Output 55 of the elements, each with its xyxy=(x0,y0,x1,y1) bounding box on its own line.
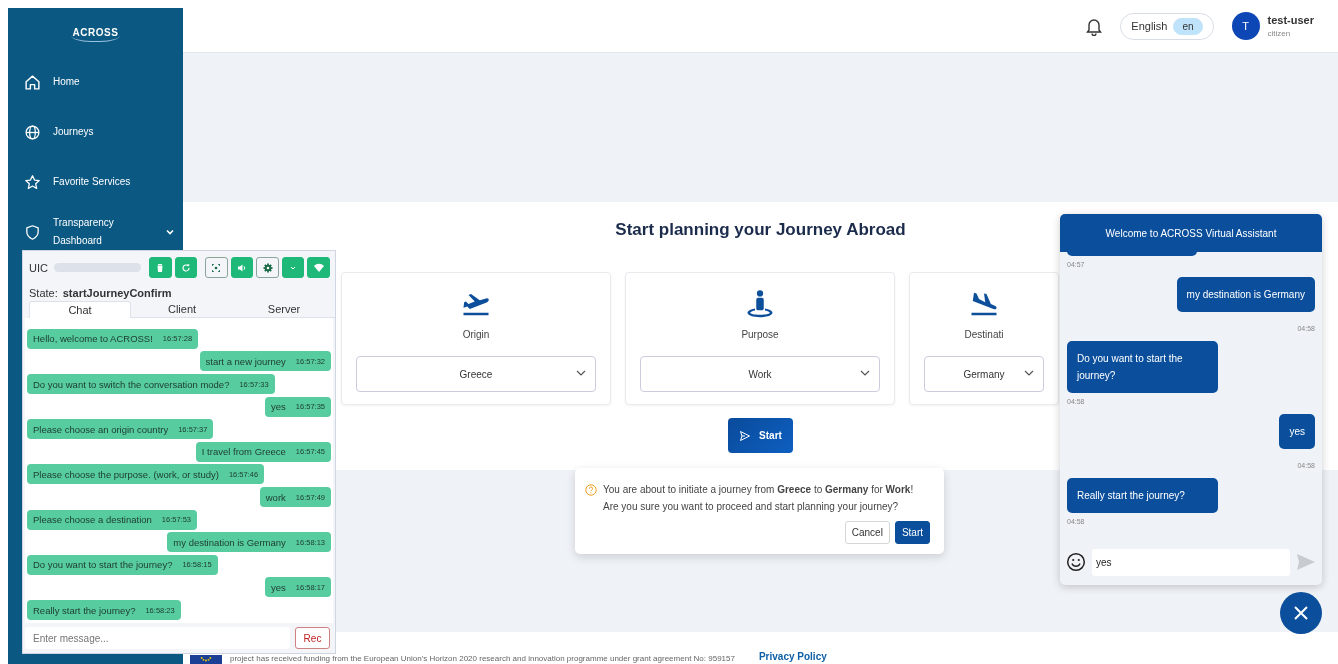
chat-bubble: Really start the journey? xyxy=(1067,478,1218,513)
refresh-icon xyxy=(179,261,192,274)
nav-item[interactable]: Journeys xyxy=(8,111,183,153)
message-input[interactable]: Enter message... xyxy=(25,627,290,649)
home-icon xyxy=(24,73,41,91)
shield-icon xyxy=(24,223,41,241)
select-field[interactable]: Work xyxy=(640,356,880,392)
gear-icon xyxy=(261,261,274,274)
nav-item[interactable]: Home xyxy=(8,61,183,103)
confirm-start-button[interactable]: Start xyxy=(894,521,930,544)
send-icon[interactable] xyxy=(1296,553,1316,571)
send-icon xyxy=(739,429,752,442)
close-icon xyxy=(1293,605,1309,621)
card-label: Destinati xyxy=(964,329,1004,340)
avatar[interactable]: T xyxy=(1231,12,1260,40)
eu-flag-icon xyxy=(190,655,222,664)
clear-button[interactable] xyxy=(149,257,172,278)
select-field[interactable]: Germany xyxy=(924,356,1044,392)
card-label: Origin xyxy=(462,329,490,340)
question-icon xyxy=(585,484,597,496)
bell-icon[interactable] xyxy=(1086,16,1103,36)
confirm-message: You are about to initiate a journey from Greece to Germany for Work! xyxy=(603,483,914,497)
state-value: startJourneyConfirm xyxy=(62,287,172,299)
logo[interactable]: ACROSS xyxy=(70,24,121,42)
star-icon xyxy=(24,173,41,191)
chat-bubble: yes xyxy=(1279,414,1315,449)
card-label: Purpose xyxy=(741,329,779,340)
focus-icon xyxy=(210,261,223,274)
person-icon xyxy=(745,289,775,319)
connection-button[interactable] xyxy=(307,257,330,278)
tab[interactable]: Chat xyxy=(29,301,131,318)
emoji-icon[interactable] xyxy=(1066,552,1086,572)
chat-bubble: Do you want to start the journey? xyxy=(1067,341,1218,393)
globe-icon xyxy=(24,123,41,141)
assistant-title: Welcome to ACROSS Virtual Assistant xyxy=(1060,214,1322,252)
nav-item[interactable]: Favorite Services xyxy=(8,161,183,203)
cancel-button[interactable]: Cancel xyxy=(844,521,890,544)
record-button[interactable]: Rec xyxy=(295,627,330,649)
user-role: citizen xyxy=(1267,29,1292,38)
select-field[interactable]: Greece xyxy=(356,356,596,392)
user-name: test-user xyxy=(1267,14,1314,26)
settings-button[interactable] xyxy=(256,257,279,278)
page-title: Start planning your Journey Abroad xyxy=(615,220,906,240)
privacy-policy-link[interactable]: Privacy Policy xyxy=(758,651,827,662)
panel-title: UIC xyxy=(29,261,48,274)
chat-bubble: my destination is Germany xyxy=(1176,277,1315,312)
chat-input[interactable]: yes xyxy=(1092,548,1290,576)
nav-item[interactable]: Transparency Dashboard xyxy=(8,211,183,253)
wifi-icon xyxy=(312,261,325,274)
start-button[interactable]: Start xyxy=(728,418,793,453)
reload-button[interactable] xyxy=(174,257,198,278)
focus-button[interactable] xyxy=(205,257,228,278)
state-label: State: xyxy=(29,287,58,299)
confirm-question: Are you sure you want to proceed and start planning your journey? xyxy=(603,500,900,514)
funding-note: project has received funding from the European Union's Horizon 2020 research and innovation programme under grant agreement No: 959157 xyxy=(230,654,735,663)
